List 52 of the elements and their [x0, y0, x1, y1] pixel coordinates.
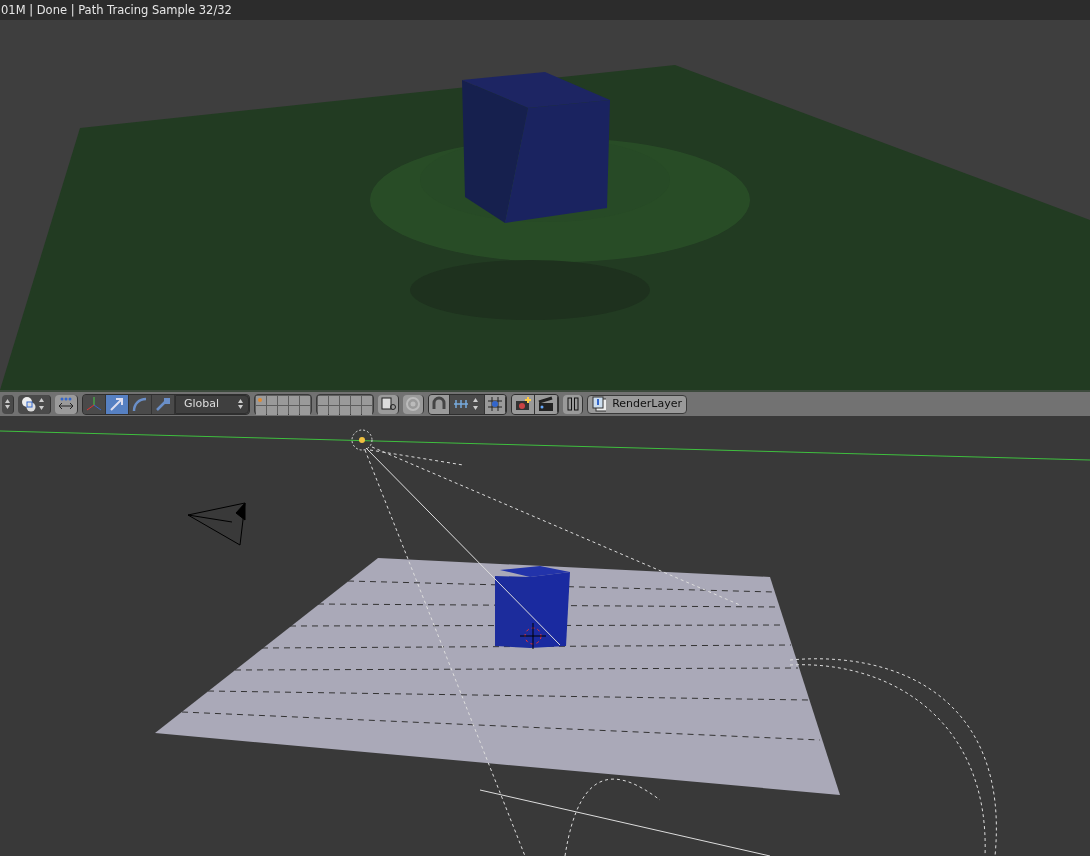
layer-toggle[interactable] [256, 395, 266, 405]
lock-camera-button[interactable] [378, 394, 399, 414]
object-origin-button[interactable] [55, 394, 78, 414]
layer-toggle[interactable] [340, 405, 350, 415]
pivot-point-button[interactable] [18, 394, 51, 414]
camera-icon [514, 396, 532, 412]
render-image-button[interactable] [512, 394, 535, 414]
rotate-manipulator-button[interactable] [129, 394, 152, 414]
layer-toggle[interactable] [351, 395, 361, 405]
layer-toggle[interactable] [300, 405, 310, 415]
layer-toggle[interactable] [351, 405, 361, 415]
layer-toggle[interactable] [267, 395, 277, 405]
layer-toggle[interactable] [256, 405, 266, 415]
pause-button[interactable] [563, 394, 583, 414]
snap-target-button[interactable] [485, 394, 506, 414]
layer-toggle[interactable] [318, 395, 328, 405]
pause-icon [565, 396, 580, 412]
circle-icon [405, 396, 421, 412]
orientation-dropdown[interactable]: Global [175, 394, 249, 414]
camera-object [187, 502, 246, 546]
layer-toggle[interactable] [329, 395, 339, 405]
layers-icon [592, 396, 607, 412]
origin-arrows-icon [57, 396, 75, 412]
snap-button[interactable] [429, 394, 450, 414]
layer-toggle[interactable] [300, 395, 310, 405]
scale-icon [154, 396, 172, 412]
magnet-icon [431, 396, 447, 412]
grid-target-icon [487, 396, 503, 412]
spinner-arrows-icon [237, 397, 244, 411]
layer-toggle[interactable] [362, 395, 372, 405]
layer-toggle[interactable] [340, 395, 350, 405]
arrow-icon [108, 396, 126, 412]
layer-toggle[interactable] [318, 405, 328, 415]
arc-icon [131, 396, 149, 412]
layer-toggle[interactable] [329, 405, 339, 415]
layer-toggle[interactable] [289, 405, 299, 415]
translate-manipulator-button[interactable] [106, 394, 129, 414]
axes-icon [85, 396, 103, 412]
render-layer-field[interactable]: RenderLayer [587, 394, 687, 414]
cursor-icon [519, 622, 547, 650]
layer-toggle[interactable] [289, 395, 299, 405]
layer-toggle[interactable] [267, 405, 277, 415]
layer-toggle[interactable] [362, 405, 372, 415]
layer-toggle[interactable] [278, 395, 288, 405]
spinner-arrows-icon [4, 397, 11, 411]
viewport-shading-button[interactable] [2, 394, 14, 414]
render-status-text: 01M | Done | Path Tracing Sample 32/32 [0, 0, 1090, 20]
proportional-editing-button[interactable] [403, 394, 424, 414]
lamp-object [351, 429, 373, 451]
layer-toggle[interactable] [278, 405, 288, 415]
render-animation-button[interactable] [535, 394, 558, 414]
clapperboard-icon [537, 396, 555, 412]
